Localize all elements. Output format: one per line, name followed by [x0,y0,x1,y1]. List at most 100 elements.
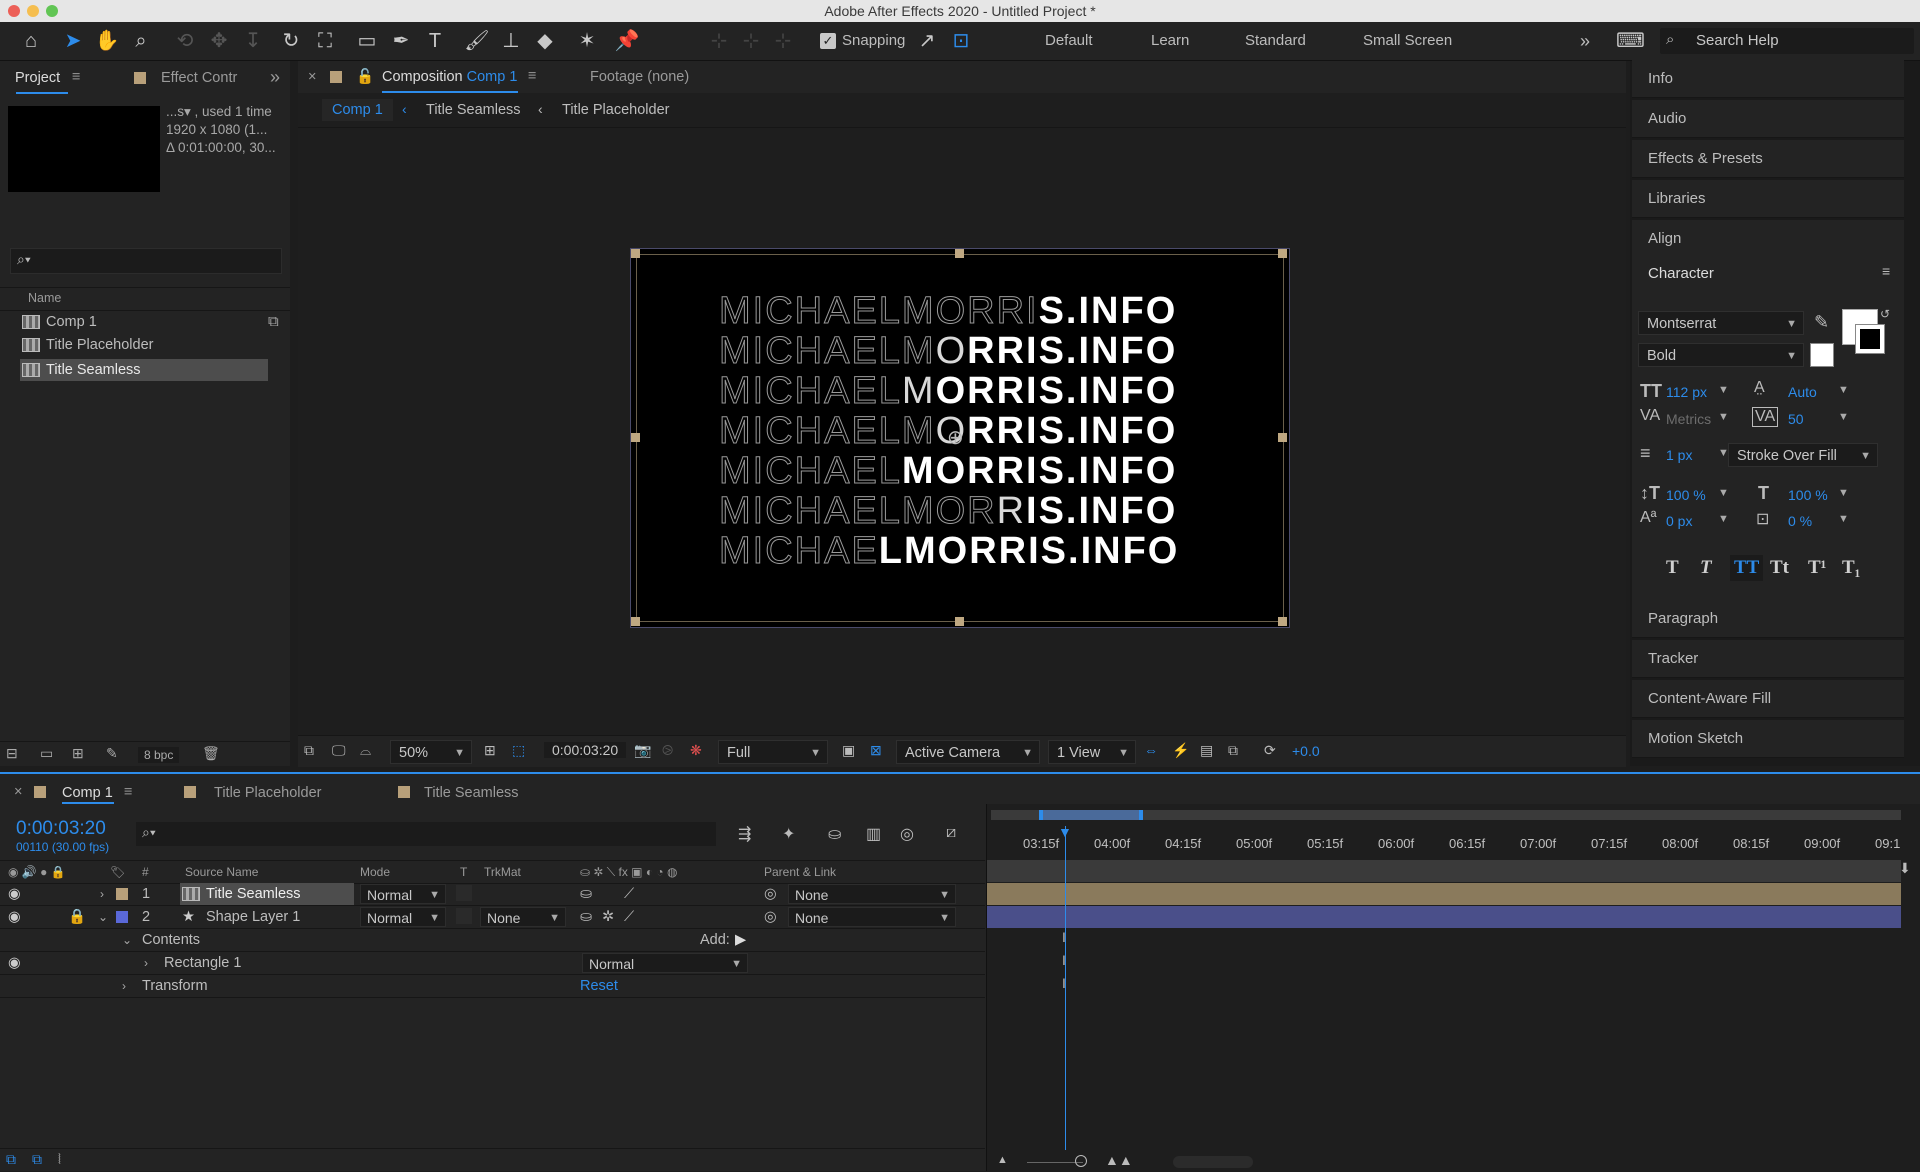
stroke-width-value[interactable]: 1 px [1666,447,1692,463]
character-menu-icon[interactable]: ≡ [1882,263,1890,279]
snap-edges-icon[interactable]: ↗ [914,28,940,54]
video-visibility-icon[interactable]: ◉ [8,883,21,905]
timeline-icon[interactable]: ▤ [1200,742,1213,759]
panel-content-aware-fill[interactable]: Content-Aware Fill [1632,680,1904,718]
breadcrumb-comp-1[interactable]: Comp 1 [322,99,393,121]
eyedropper-icon[interactable]: ✎ [1814,312,1829,333]
leading-chevron-icon[interactable]: ▼ [1838,384,1849,396]
timeline-menu-icon[interactable]: ≡ [124,784,132,800]
brush-tool-icon[interactable]: 🖌 [464,28,490,54]
layer-parent-dropdown[interactable]: None ▼ [788,884,956,904]
zoom-tool-icon[interactable]: ⌕ [128,28,154,54]
workspace-default[interactable]: Default [1045,22,1093,60]
dolly-camera-icon[interactable]: ↧ [240,28,266,54]
column-t[interactable]: T [460,861,467,883]
layer-1-duration-bar[interactable] [987,883,1901,905]
motion-blur-icon[interactable]: ◎ [900,824,914,844]
contents-row[interactable]: ⌄ Contents Add: ▶ [0,929,985,952]
home-icon[interactable]: ⌂ [18,28,44,54]
baseline-shift-value[interactable]: 0 px [1666,513,1692,529]
transfer-controls-icon[interactable]: ⧉ [32,1151,42,1168]
horizontal-scale-chevron-icon[interactable]: ▼ [1838,487,1849,499]
lock-icon[interactable]: 🔒 [68,906,86,928]
camera-view-dropdown[interactable]: Active Camera ▼ [896,740,1040,764]
all-caps-button[interactable]: TT [1730,555,1764,581]
panel-paragraph[interactable]: Paragraph [1632,600,1904,638]
playhead-line[interactable] [1065,826,1066,1150]
close-window-button[interactable] [8,5,20,17]
timeline-tab-title-seamless[interactable]: Title Seamless [424,785,519,801]
kerning-chevron-icon[interactable]: ▼ [1718,411,1729,423]
font-size-chevron-icon[interactable]: ▼ [1718,384,1729,396]
leading-value[interactable]: Auto [1788,384,1817,400]
transparency-grid-icon[interactable]: ⊠ [870,742,882,759]
roto-brush-icon[interactable]: ✶ [574,28,600,54]
project-item-comp-1[interactable]: Comp 1 [22,311,97,333]
baseline-shift-chevron-icon[interactable]: ▼ [1718,513,1729,525]
flowchart-icon[interactable]: ⧉ [1228,742,1238,759]
column-trkmat[interactable]: TrkMat [484,861,521,883]
panel-motion-sketch[interactable]: Motion Sketch [1632,720,1904,758]
zoom-window-button[interactable] [46,5,58,17]
expand-transform-icon[interactable]: › [122,975,126,997]
frame-blending-icon[interactable]: ▥ [866,824,881,844]
faux-bold-button[interactable]: T [1666,557,1679,579]
snapping-checkbox[interactable]: ✓ [820,33,836,49]
comp-menu-icon[interactable]: ≡ [528,68,536,84]
minimize-window-button[interactable] [27,5,39,17]
preserve-transparency-box[interactable] [456,908,472,924]
snap-features-icon[interactable]: ⊡ [948,28,974,54]
layer-2-duration-bar[interactable] [987,906,1901,928]
layer-mode-dropdown[interactable]: Normal ▼ [360,884,446,904]
interpret-footage-icon[interactable]: ⊟ [6,745,18,762]
graph-editor-icon[interactable]: ⧄ [946,824,956,842]
axis-local-icon[interactable]: ⊹ [706,28,732,54]
channels-icon[interactable]: ❋ [690,742,702,759]
anchor-point-icon[interactable]: ⊕ [947,425,964,450]
snapshot-icon[interactable]: 📷 [634,742,651,759]
tab-effect-controls[interactable]: Effect Contr [161,70,237,86]
project-item-title-placeholder[interactable]: Title Placeholder [22,334,153,356]
small-caps-button[interactable]: Tt [1770,557,1789,579]
collapse-switch-icon[interactable]: ✲ [602,906,614,928]
search-help-field[interactable]: ⌕ Search Help [1660,28,1914,54]
playhead-handle-icon[interactable]: ▼ [1058,824,1072,840]
shy-switch-icon[interactable]: ⛀ [580,883,592,905]
preserve-transparency-box[interactable] [456,885,472,901]
clone-stamp-icon[interactable]: ⊥ [498,28,524,54]
panel-audio[interactable]: Audio [1632,100,1904,138]
panel-align[interactable]: Align [1632,220,1904,258]
time-ruler[interactable]: 03:15f 04:00f 04:15f 05:00f 05:15f 06:00f 06:1… [987,824,1920,854]
title-action-safe-icon[interactable]: ⊞ [484,742,496,759]
new-folder-icon[interactable]: ▭ [40,745,53,762]
expand-rectangle-icon[interactable]: › [144,952,148,974]
new-comp-icon[interactable]: ⊞ [72,745,84,762]
axis-world-icon[interactable]: ⊹ [738,28,764,54]
selection-tool-icon[interactable]: ➤ [60,28,86,54]
kerning-value[interactable]: Metrics [1666,411,1711,427]
vertical-scale-value[interactable]: 100 % [1666,487,1706,503]
fast-previews-icon[interactable]: ⚡ [1172,742,1189,759]
exposure-value[interactable]: +0.0 [1292,743,1320,759]
timeline-scrollbar[interactable] [1173,1156,1253,1168]
layer-mode-dropdown[interactable]: Normal ▼ [360,907,446,927]
vr-icon[interactable]: ⌓ [360,742,371,759]
axis-view-icon[interactable]: ⊹ [770,28,796,54]
rectangle-row[interactable]: ◉ › Rectangle 1 Normal ▼ [0,952,985,975]
flowchart-icon[interactable]: ⧉ [268,313,279,330]
tab-composition[interactable]: Composition Comp 1 [382,69,517,85]
quality-switch-icon[interactable]: ⟋ [624,883,634,905]
comp-button-icon[interactable]: ⬇ [1899,860,1911,877]
subscript-button[interactable]: T₁ [1842,557,1860,579]
panel-libraries[interactable]: Libraries [1632,180,1904,218]
project-menu-icon[interactable]: ≡ [72,69,80,85]
comp-mini-flowchart-icon[interactable]: ⇶ [738,824,751,844]
video-visibility-icon[interactable]: ◉ [8,906,21,928]
orbit-camera-icon[interactable]: ⟲ [172,28,198,54]
tracking-chevron-icon[interactable]: ▼ [1838,411,1849,423]
in-out-icon[interactable]: ⦚ [58,1151,61,1168]
puppet-pin-icon[interactable]: 📌 [614,28,640,54]
superscript-button[interactable]: T¹ [1808,557,1826,579]
project-item-title-seamless[interactable]: Title Seamless [20,359,268,381]
stroke-color-swatch[interactable] [1855,324,1885,354]
